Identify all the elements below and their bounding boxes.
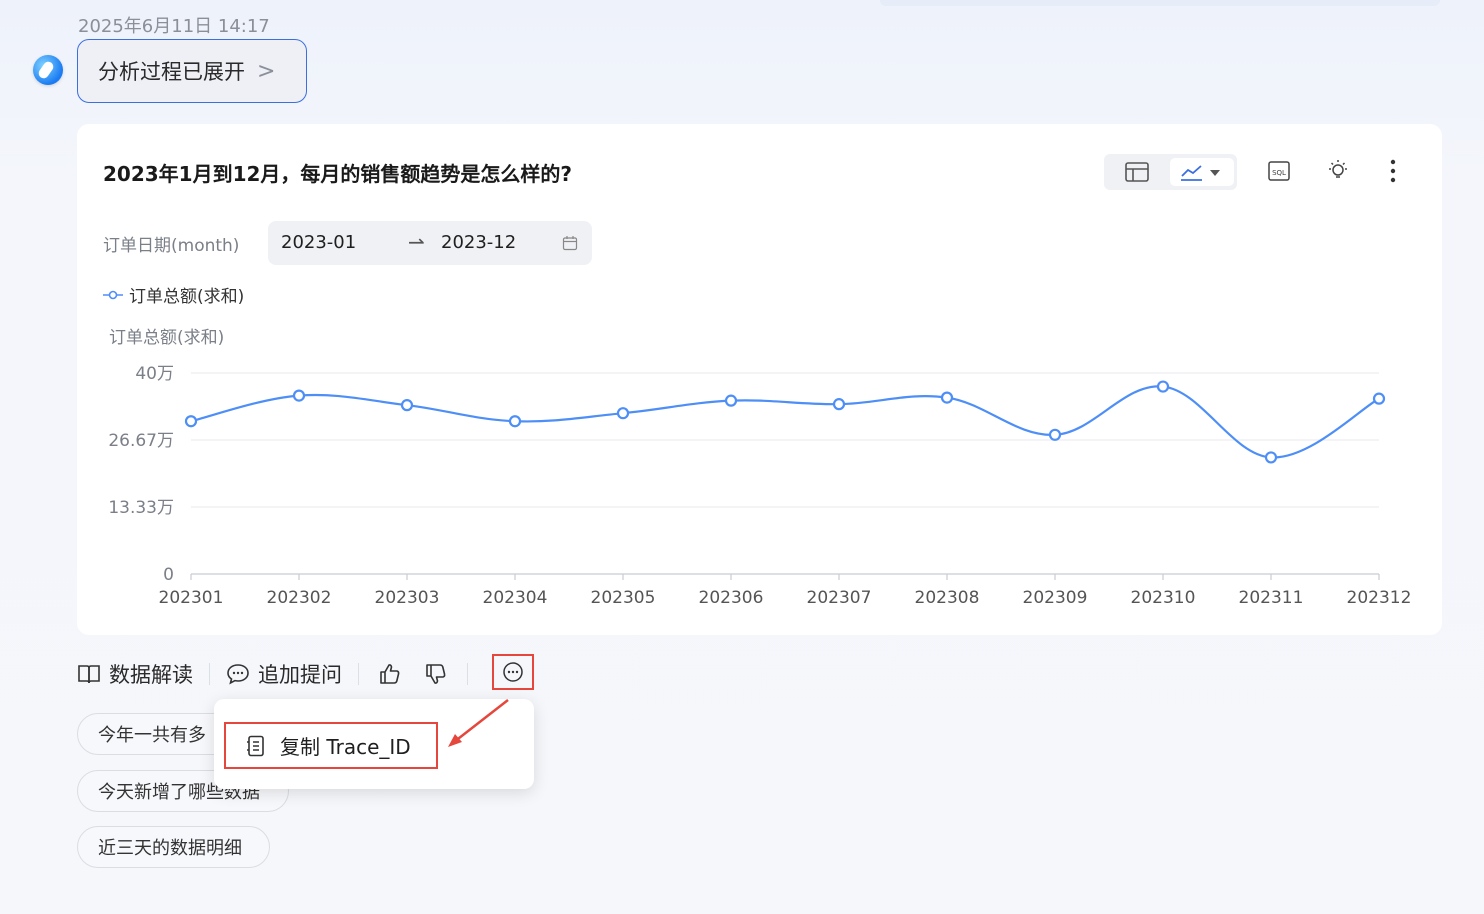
timestamp: 2025年6月11日 14:17: [78, 16, 270, 37]
x-tick-label: 202308: [915, 588, 980, 608]
thumbs-up-icon[interactable]: [375, 659, 405, 689]
analysis-expand-label: 分析过程已展开: [98, 60, 245, 84]
y-tick-label: 26.67万: [108, 431, 174, 451]
thumbs-down-icon[interactable]: [421, 659, 451, 689]
x-tick-label: 202309: [1023, 588, 1088, 608]
top-bar-edge: [880, 0, 1440, 6]
data-point[interactable]: [184, 415, 198, 428]
x-tick-label: 202303: [375, 588, 440, 608]
more-horizontal-icon[interactable]: [492, 654, 534, 690]
action-bar: 数据解读 追加提问: [77, 657, 484, 691]
data-point[interactable]: [1372, 392, 1386, 405]
followup-label: 追加提问: [258, 663, 342, 687]
data-point[interactable]: [616, 407, 630, 420]
x-tick-label: 202304: [483, 588, 548, 608]
data-point[interactable]: [1156, 380, 1170, 393]
data-point[interactable]: [940, 391, 954, 404]
data-point[interactable]: [832, 398, 846, 411]
x-tick-label: 202305: [591, 588, 656, 608]
interpret-label: 数据解读: [109, 663, 193, 687]
y-tick-label: 0: [163, 565, 174, 585]
divider: [358, 663, 359, 685]
copy-trace-id-item[interactable]: 复制 Trace_ID: [224, 722, 438, 769]
suggestion-label: 近三天的数据明细: [98, 838, 242, 859]
result-card: 2023年1月到12月，每月的销售额趋势是怎么样的? SQL 订单日期(mont…: [77, 124, 1442, 635]
x-tick-label: 202307: [807, 588, 872, 608]
x-tick-label: 202302: [267, 588, 332, 608]
divider: [209, 663, 210, 685]
chevron-right-icon: >: [257, 58, 276, 84]
y-tick-label: 13.33万: [108, 498, 174, 518]
copy-trace-id-label: 复制 Trace_ID: [280, 735, 411, 759]
line-chart: 40万 26.67万 13.33万 0 202301 202302 202303 202304…: [108, 364, 1412, 608]
analysis-expand-button[interactable]: 分析过程已展开 >: [77, 39, 307, 103]
followup-button[interactable]: 追加提问: [226, 659, 342, 689]
suggestion-label: 今年一共有多: [98, 725, 206, 746]
x-tick-label: 202310: [1131, 588, 1196, 608]
suggestion-chip[interactable]: 近三天的数据明细: [77, 826, 270, 868]
series-line: [190, 385, 1380, 459]
data-point[interactable]: [400, 399, 414, 412]
divider: [467, 663, 468, 685]
x-tick-label: 202306: [699, 588, 764, 608]
x-tick-label: 202301: [159, 588, 224, 608]
data-point[interactable]: [292, 389, 306, 402]
x-tick-label: 202311: [1239, 588, 1304, 608]
data-point[interactable]: [1048, 428, 1062, 441]
y-tick-label: 40万: [135, 364, 174, 384]
data-point[interactable]: [508, 415, 522, 428]
chat-icon: [227, 664, 249, 685]
data-point[interactable]: [724, 394, 738, 407]
document-icon: [247, 735, 264, 756]
data-point[interactable]: [1264, 451, 1278, 464]
x-tick-label: 202312: [1347, 588, 1412, 608]
book-icon: [78, 665, 100, 684]
interpret-button[interactable]: 数据解读: [77, 659, 193, 689]
assistant-avatar: [33, 55, 63, 85]
annotation-arrow: [448, 699, 509, 747]
